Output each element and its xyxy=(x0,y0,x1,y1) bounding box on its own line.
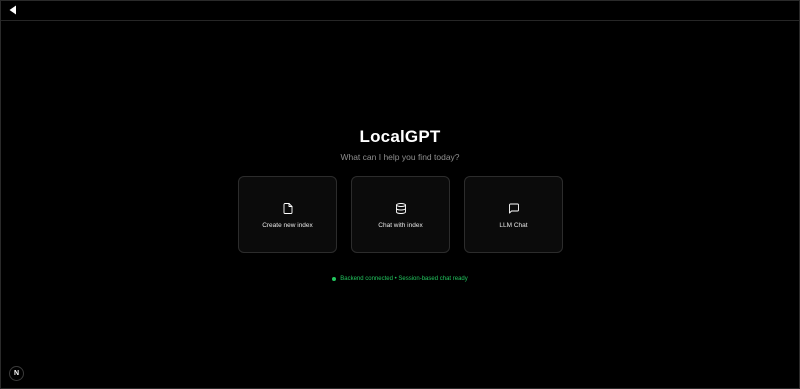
llm-chat-card[interactable]: LLM Chat xyxy=(464,176,563,253)
chat-with-index-card[interactable]: Chat with index xyxy=(351,176,450,253)
hero-section: LocalGPT What can I help you find today? xyxy=(1,127,799,163)
corner-badge-letter: N xyxy=(13,370,20,377)
page-subtitle: What can I help you find today? xyxy=(340,152,460,162)
file-icon xyxy=(282,202,294,215)
app-window: LocalGPT What can I help you find today?… xyxy=(0,0,800,389)
card-label: Chat with index xyxy=(378,221,423,229)
message-square-icon xyxy=(508,202,520,215)
page-title: LocalGPT xyxy=(359,127,441,146)
nextjs-logo-icon[interactable]: N xyxy=(9,366,24,381)
card-label: Create new index xyxy=(262,221,313,229)
card-label: LLM Chat xyxy=(499,221,528,229)
back-triangle-icon[interactable] xyxy=(9,5,19,15)
status-text: Backend connected • Session-based chat r… xyxy=(340,276,468,282)
action-cards: Create new index Chat with index LLM Cha… xyxy=(238,176,563,253)
backend-status: Backend connected • Session-based chat r… xyxy=(1,275,799,283)
status-dot-icon xyxy=(332,277,337,281)
database-icon xyxy=(395,202,407,215)
create-new-index-card[interactable]: Create new index xyxy=(238,176,337,253)
top-bar xyxy=(1,1,799,21)
